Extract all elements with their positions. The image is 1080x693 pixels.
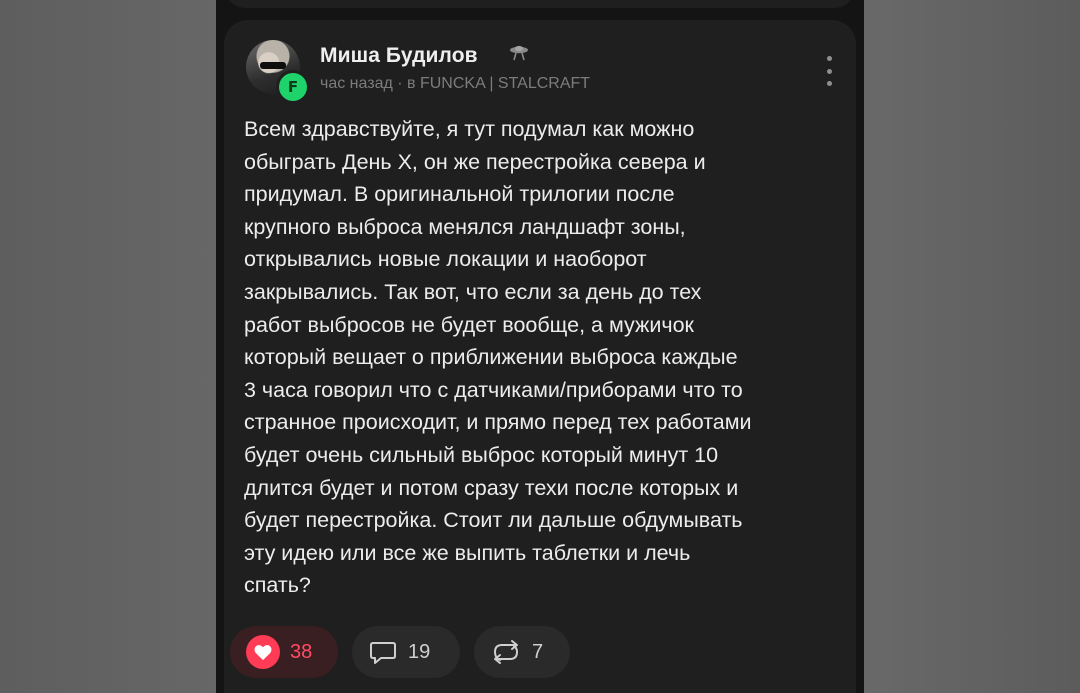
repost-count: 7 bbox=[532, 640, 544, 663]
comment-icon bbox=[370, 642, 396, 664]
author-avatar[interactable]: F bbox=[246, 40, 310, 104]
feed: F Миша Будилов час назад · в FUNCKA | ST… bbox=[216, 0, 864, 693]
comment-count: 19 bbox=[408, 640, 431, 663]
repost-button[interactable]: 7 bbox=[474, 626, 570, 678]
like-count: 38 bbox=[290, 640, 313, 663]
post-actions: 38 19 7 bbox=[230, 626, 570, 678]
comment-button[interactable]: 19 bbox=[352, 626, 460, 678]
ufo-icon bbox=[510, 45, 528, 61]
post-card: F Миша Будилов час назад · в FUNCKA | ST… bbox=[224, 20, 856, 693]
community-badge-icon: F bbox=[276, 70, 310, 104]
author-name[interactable]: Миша Будилов bbox=[320, 44, 478, 68]
more-options-icon[interactable] bbox=[822, 56, 836, 86]
repost-icon bbox=[493, 640, 519, 664]
heart-icon bbox=[246, 635, 280, 669]
like-button[interactable]: 38 bbox=[230, 626, 338, 678]
previous-post-card bbox=[224, 0, 856, 8]
right-backdrop bbox=[864, 0, 1080, 693]
post-meta[interactable]: час назад · в FUNCKA | STALCRAFT bbox=[320, 75, 590, 93]
left-backdrop bbox=[0, 0, 216, 693]
post-body: Всем здравствуйте, я тут подумал как мож… bbox=[244, 117, 752, 598]
